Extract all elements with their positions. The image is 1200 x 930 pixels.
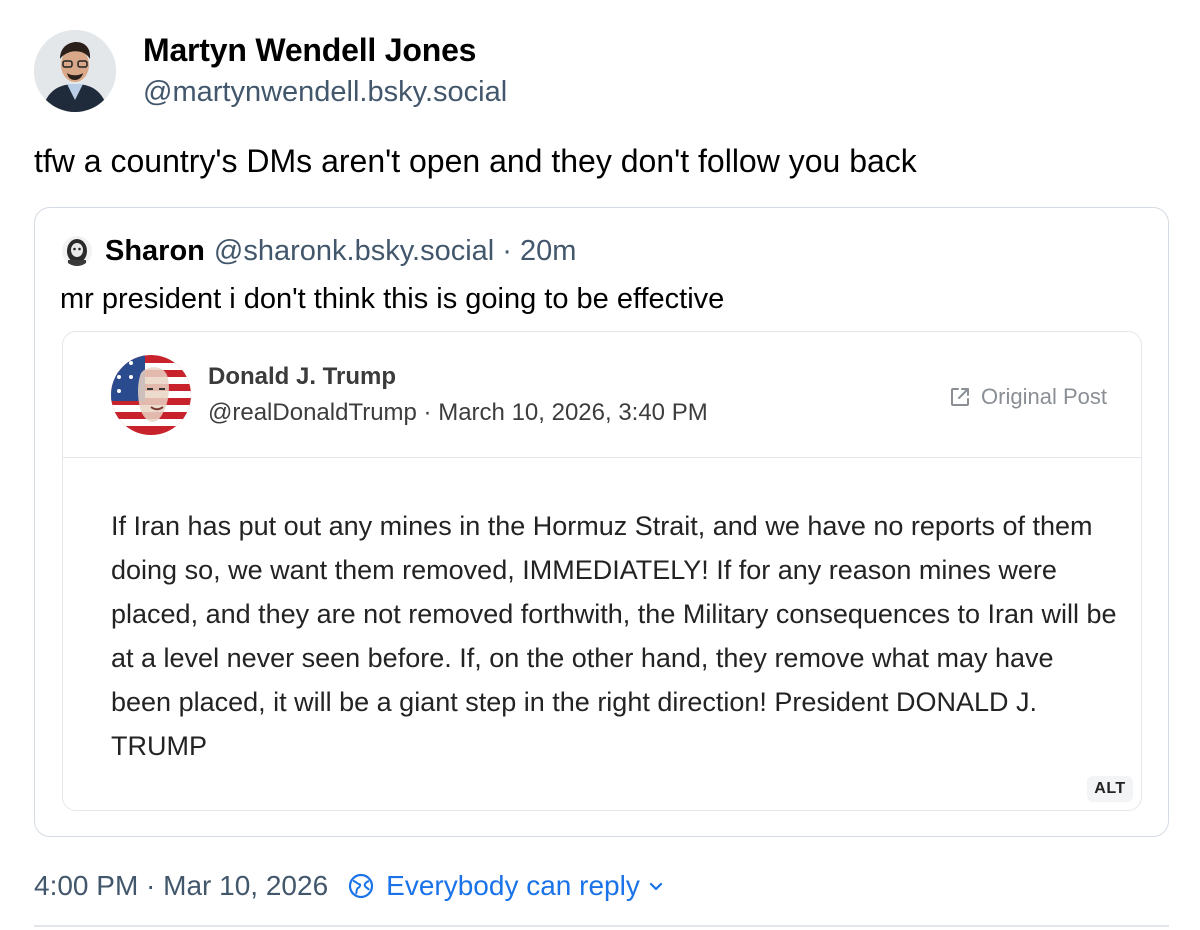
quote-post-card[interactable]: Sharon @sharonk.bsky.social · 20m mr pre… — [34, 207, 1169, 837]
external-link-icon — [951, 388, 970, 406]
alt-text-badge[interactable]: ALT — [1087, 776, 1133, 802]
reply-setting-label: Everybody can reply — [386, 870, 640, 901]
embedded-post-body: If Iran has put out any mines in the Hor… — [111, 511, 1117, 761]
quote-author-avatar[interactable] — [62, 236, 92, 266]
author-handle[interactable]: @martynwendell.bsky.social — [143, 72, 507, 112]
embedded-post-header: Donald J. Trump @realDonaldTrump · March… — [63, 332, 1141, 458]
quote-header: Sharon @sharonk.bsky.social · 20m — [62, 236, 576, 266]
quote-author-handle[interactable]: @sharonk.bsky.social · 20m — [214, 236, 577, 266]
original-post-label: Original Post — [981, 384, 1107, 409]
post-author-row: Martyn Wendell Jones @martynwendell.bsky… — [34, 30, 507, 112]
post-timestamp: 4:00 PM · Mar 10, 2026 — [34, 870, 329, 901]
embedded-screenshot[interactable]: Donald J. Trump @realDonaldTrump · March… — [62, 331, 1142, 811]
embedded-author-avatar — [111, 355, 191, 435]
embedded-post-meta: @realDonaldTrump · March 10, 2026, 3:40 … — [208, 399, 708, 426]
divider — [34, 925, 1169, 927]
post-footer: 4:00 PM · Mar 10, 2026 Everybody can rep… — [34, 867, 664, 905]
globe-icon — [349, 873, 374, 899]
reply-setting-button[interactable]: Everybody can reply — [348, 867, 664, 905]
author-avatar[interactable] — [34, 30, 116, 112]
original-post-link: Original Post — [949, 384, 1107, 410]
quote-author-name[interactable]: Sharon — [105, 236, 205, 266]
chevron-down-icon — [649, 882, 662, 891]
embedded-author-name: Donald J. Trump — [208, 363, 397, 390]
post-text: tfw a country's DMs aren't open and they… — [34, 143, 917, 179]
author-name[interactable]: Martyn Wendell Jones — [143, 30, 507, 70]
quote-text: mr president i don't think this is going… — [60, 283, 725, 315]
